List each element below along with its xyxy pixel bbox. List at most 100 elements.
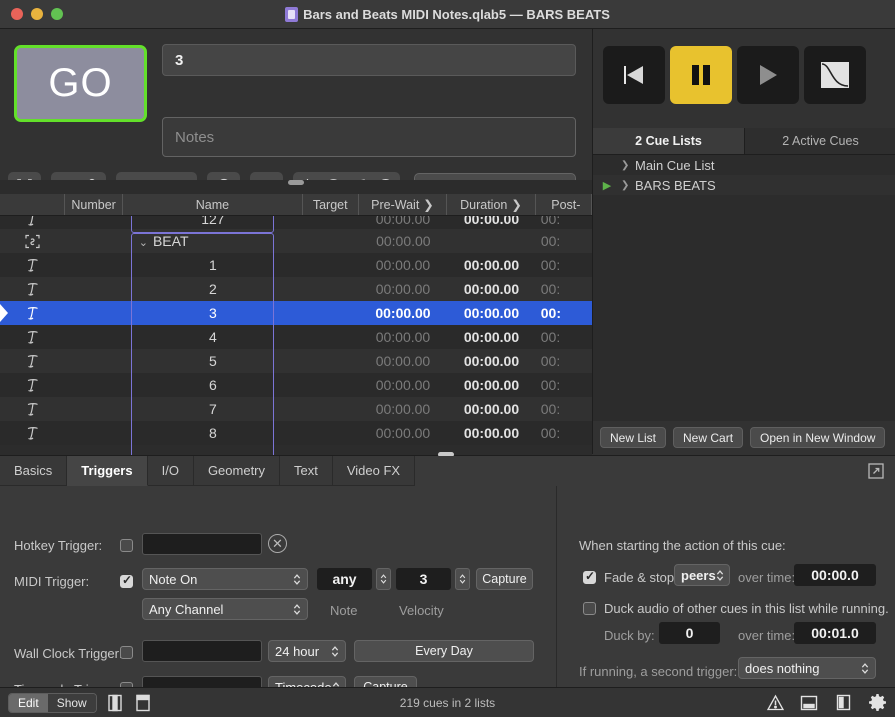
midi-velocity-field[interactable]: 3 — [396, 568, 451, 590]
chevron-right-icon[interactable]: ❯ — [621, 180, 635, 191]
previous-button[interactable] — [603, 46, 665, 104]
cue-lists-rows: ❯ Main Cue List ▶ ❯ BARS BEATS — [593, 155, 895, 421]
play-button[interactable] — [737, 46, 799, 104]
midi-velocity-stepper[interactable] — [455, 568, 470, 590]
new-list-button[interactable]: New List — [600, 427, 666, 448]
cue-lists-tabs: 2 Cue Lists 2 Active Cues — [593, 128, 895, 155]
wall-clock-days-button[interactable]: Every Day — [354, 640, 534, 662]
table-row[interactable]: 127 00:00.00 00:00.00 00: — [0, 216, 592, 229]
pause-button[interactable] — [670, 46, 732, 104]
column-header-target[interactable]: Target — [303, 194, 359, 215]
cell-prewait: 00:00.00 — [359, 305, 448, 321]
chevron-updown-icon — [331, 645, 339, 658]
column-header-number[interactable]: Number — [65, 194, 123, 215]
column-header-postwait[interactable]: Post- — [536, 194, 592, 215]
column-header-icon[interactable] — [0, 194, 65, 215]
cell-postwait: 00: — [536, 305, 592, 321]
wall-clock-field[interactable] — [142, 640, 262, 662]
duck-audio-checkbox[interactable] — [583, 602, 596, 615]
warning-icon[interactable] — [765, 693, 785, 713]
pane-divider — [556, 486, 557, 687]
disclosure-triangle-icon[interactable]: ⌄ — [139, 237, 148, 249]
midi-capture-button[interactable]: Capture — [476, 568, 533, 590]
fade-out-button[interactable] — [804, 46, 866, 104]
cue-list-row-main[interactable]: ❯ Main Cue List — [593, 155, 895, 175]
new-cart-button[interactable]: New Cart — [673, 427, 743, 448]
fade-over-time-label: over time: — [738, 570, 795, 585]
tab-video-fx[interactable]: Video FX — [333, 456, 415, 486]
chevron-updown-icon — [293, 573, 301, 586]
fade-stop-scope-value: peers — [681, 568, 716, 583]
table-row[interactable]: ⌄BEAT 00:00.00 00: — [0, 229, 592, 253]
cell-postwait: 00: — [536, 233, 592, 249]
tab-io[interactable]: I/O — [148, 456, 194, 486]
inspector-panel: Basics Triggers I/O Geometry Text Video … — [0, 456, 895, 687]
column-header-duration[interactable]: Duration ❯ — [447, 194, 536, 215]
cell-duration: 00:00.00 — [447, 401, 536, 417]
hotkey-field[interactable] — [142, 533, 262, 555]
expand-panel-icon[interactable] — [867, 462, 885, 480]
side-panel-icon[interactable] — [833, 693, 853, 713]
clear-hotkey-button[interactable]: ✕ — [268, 534, 287, 553]
table-row[interactable]: 4 00:00.00 00:00.00 00: — [0, 325, 592, 349]
tab-text[interactable]: Text — [280, 456, 333, 486]
cell-name: 4 — [123, 329, 303, 345]
text-cue-icon — [0, 353, 65, 369]
text-cue-icon — [0, 329, 65, 345]
table-row[interactable]: 8 00:00.00 00:00.00 00: — [0, 421, 592, 445]
tab-active-cues[interactable]: 2 Active Cues — [744, 128, 895, 154]
fade-stop-checkbox[interactable] — [583, 571, 596, 584]
cue-list-label: BARS BEATS — [635, 178, 716, 193]
cue-list-row-bars-beats[interactable]: ▶ ❯ BARS BEATS — [593, 175, 895, 195]
table-row[interactable]: 2 00:00.00 00:00.00 00: — [0, 277, 592, 301]
table-row[interactable]: 5 00:00.00 00:00.00 00: — [0, 349, 592, 373]
table-row[interactable]: 3 00:00.00 00:00.00 00: — [0, 301, 592, 325]
wall-clock-format-dropdown[interactable]: 24 hour — [268, 640, 346, 662]
cue-number-field[interactable]: 3 — [162, 44, 576, 76]
cell-name: 3 — [123, 305, 303, 321]
hotkey-trigger-checkbox[interactable] — [120, 539, 133, 552]
chevron-updown-icon — [716, 569, 724, 582]
hotkey-trigger-label: Hotkey Trigger: — [14, 538, 102, 553]
bottom-panel-icon[interactable] — [799, 693, 819, 713]
status-right-icons — [757, 693, 887, 713]
midi-note-stepper[interactable] — [376, 568, 391, 590]
cell-prewait: 00:00.00 — [359, 329, 448, 345]
table-row[interactable]: 6 00:00.00 00:00.00 00: — [0, 373, 592, 397]
gear-icon[interactable] — [867, 693, 887, 713]
duck-by-field[interactable]: 0 — [659, 622, 720, 644]
qlab-document-icon — [285, 7, 298, 22]
second-trigger-dropdown[interactable]: does nothing — [738, 657, 876, 679]
cell-duration: 00:00.00 — [447, 281, 536, 297]
duck-over-time-field[interactable]: 00:01.0 — [794, 622, 876, 644]
fade-stop-scope-dropdown[interactable]: peers — [674, 564, 730, 586]
midi-note-field[interactable]: any — [317, 568, 372, 590]
tab-geometry[interactable]: Geometry — [194, 456, 280, 486]
text-cue-icon — [0, 216, 65, 227]
chevron-right-icon[interactable]: ❯ — [621, 160, 635, 171]
midi-type-dropdown[interactable]: Note On — [142, 568, 308, 590]
go-button[interactable]: GO — [14, 45, 147, 122]
duck-audio-label: Duck audio of other cues in this list wh… — [604, 601, 889, 616]
midi-channel-dropdown[interactable]: Any Channel — [142, 598, 308, 620]
cue-list-actions: New List New Cart Open in New Window — [593, 421, 895, 454]
tab-cue-lists[interactable]: 2 Cue Lists — [593, 128, 744, 154]
midi-trigger-checkbox[interactable] — [120, 575, 133, 588]
tab-basics[interactable]: Basics — [0, 456, 67, 486]
tab-triggers[interactable]: Triggers — [67, 456, 147, 486]
wall-clock-format-value: 24 hour — [275, 644, 319, 659]
notes-field[interactable]: Notes — [162, 117, 576, 157]
column-header-prewait[interactable]: Pre-Wait ❯ — [359, 194, 448, 215]
column-header-name[interactable]: Name — [123, 194, 303, 215]
table-row[interactable]: 7 00:00.00 00:00.00 00: — [0, 397, 592, 421]
triggers-pane: Hotkey Trigger: ✕ MIDI Trigger: Note On … — [0, 486, 895, 687]
inspector-tabs: Basics Triggers I/O Geometry Text Video … — [0, 456, 415, 486]
cell-duration: 00:00.00 — [447, 305, 536, 321]
wall-clock-trigger-checkbox[interactable] — [120, 646, 133, 659]
table-resize-handle[interactable] — [288, 180, 304, 185]
table-row[interactable]: 1 00:00.00 00:00.00 00: — [0, 253, 592, 277]
duck-over-time-label: over time: — [738, 628, 795, 643]
open-in-new-window-button[interactable]: Open in New Window — [750, 427, 885, 448]
fade-over-time-field[interactable]: 00:00.0 — [794, 564, 876, 586]
cell-duration: 00:00.00 — [447, 377, 536, 393]
